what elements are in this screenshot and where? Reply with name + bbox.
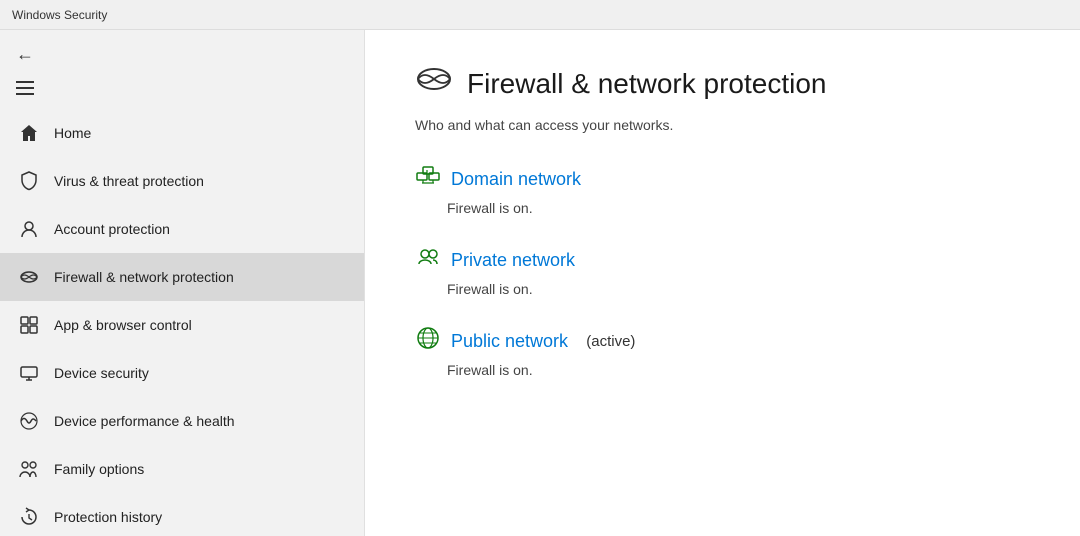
sidebar: ← Home	[0, 30, 365, 536]
page-header: Firewall & network protection	[415, 60, 1030, 107]
sidebar-item-home[interactable]: Home	[0, 109, 364, 157]
sidebar-top: ←	[0, 30, 364, 105]
title-bar: Windows Security	[0, 0, 1080, 30]
network-item-domain: Domain network Firewall is on.	[415, 163, 1030, 216]
page-header-icon	[415, 60, 453, 107]
sidebar-item-firewall[interactable]: Firewall & network protection	[0, 253, 364, 301]
account-icon	[18, 218, 40, 240]
network-header-domain: Domain network	[415, 163, 1030, 195]
app-icon	[18, 314, 40, 336]
page-title: Firewall & network protection	[467, 68, 826, 100]
firewall-icon	[18, 266, 40, 288]
network-item-private: Private network Firewall is on.	[415, 244, 1030, 297]
sidebar-item-label-account: Account protection	[54, 221, 170, 237]
title-bar-label: Windows Security	[12, 8, 107, 22]
page-subtitle: Who and what can access your networks.	[415, 117, 1030, 133]
domain-network-link[interactable]: Domain network	[451, 169, 581, 190]
sidebar-item-family[interactable]: Family options	[0, 445, 364, 493]
sidebar-item-label-history: Protection history	[54, 509, 162, 525]
public-network-active-badge: (active)	[582, 333, 635, 350]
network-item-public: Public network (active) Firewall is on.	[415, 325, 1030, 378]
sidebar-item-device[interactable]: Device security	[0, 349, 364, 397]
shield-icon	[18, 170, 40, 192]
sidebar-item-label-device: Device security	[54, 365, 149, 381]
sidebar-item-virus[interactable]: Virus & threat protection	[0, 157, 364, 205]
sidebar-item-label-virus: Virus & threat protection	[54, 173, 204, 189]
public-network-status: Firewall is on.	[447, 362, 1030, 378]
content-area: Firewall & network protection Who and wh…	[365, 30, 1080, 536]
sidebar-item-label-perf: Device performance & health	[54, 413, 235, 429]
sidebar-item-label-family: Family options	[54, 461, 144, 477]
sidebar-item-label-home: Home	[54, 125, 91, 141]
sidebar-item-account[interactable]: Account protection	[0, 205, 364, 253]
domain-network-status: Firewall is on.	[447, 200, 1030, 216]
back-button[interactable]: ←	[14, 40, 36, 69]
private-network-icon	[415, 244, 441, 276]
sidebar-item-app[interactable]: App & browser control	[0, 301, 364, 349]
network-header-private: Private network	[415, 244, 1030, 276]
public-network-link[interactable]: Public network	[451, 331, 568, 352]
hamburger-menu-button[interactable]	[14, 77, 350, 99]
main-container: ← Home	[0, 30, 1080, 536]
family-icon	[18, 458, 40, 480]
sidebar-item-perf[interactable]: Device performance & health	[0, 397, 364, 445]
nav-items: Home Virus & threat protection	[0, 109, 364, 536]
sidebar-item-label-app: App & browser control	[54, 317, 192, 333]
public-network-icon	[415, 325, 441, 357]
private-network-status: Firewall is on.	[447, 281, 1030, 297]
sidebar-item-history[interactable]: Protection history	[0, 493, 364, 536]
health-icon	[18, 410, 40, 432]
sidebar-item-label-firewall: Firewall & network protection	[54, 269, 234, 285]
device-icon	[18, 362, 40, 384]
network-header-public: Public network (active)	[415, 325, 1030, 357]
history-icon	[18, 506, 40, 528]
back-arrow-icon: ←	[16, 44, 34, 65]
domain-network-icon	[415, 163, 441, 195]
private-network-link[interactable]: Private network	[451, 250, 575, 271]
home-icon	[18, 122, 40, 144]
